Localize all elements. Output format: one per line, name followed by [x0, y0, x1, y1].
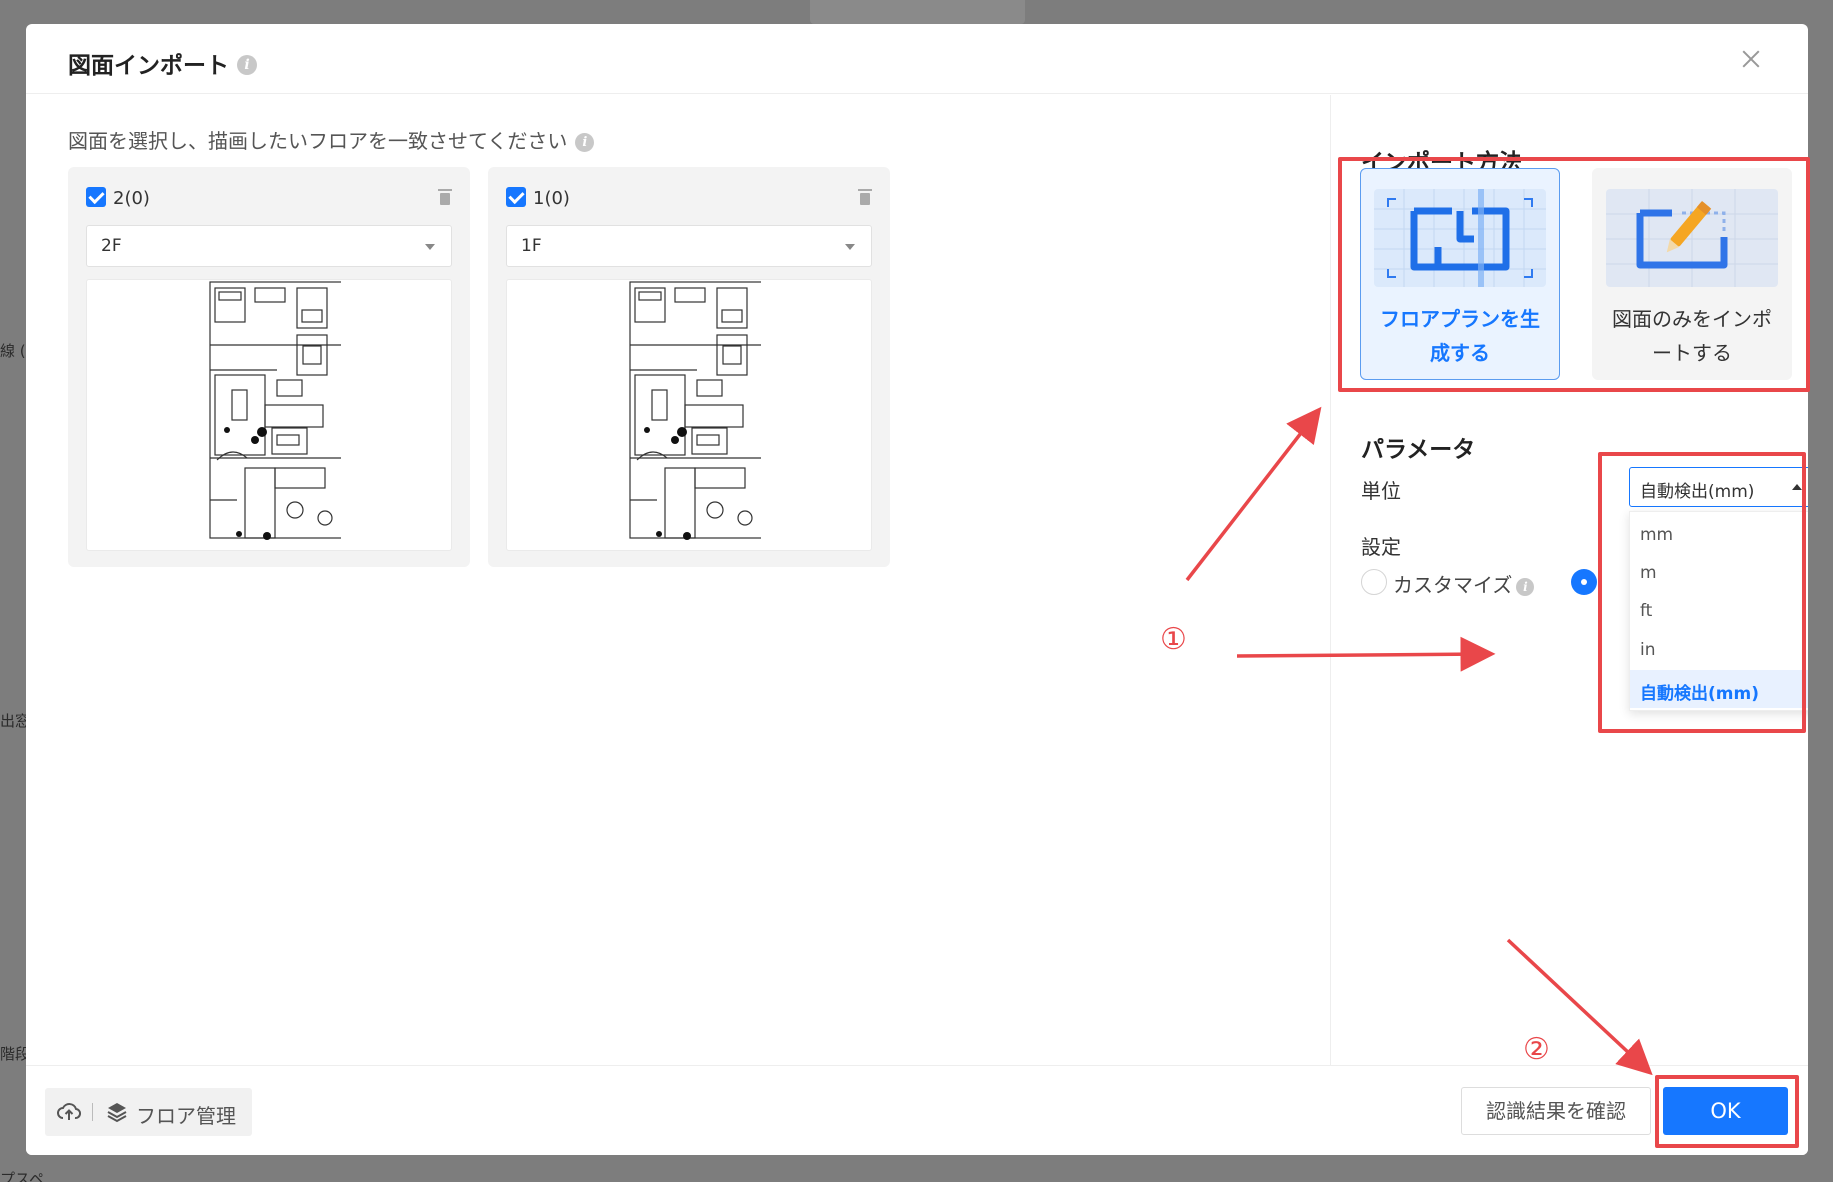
dialog-title-text: 図面インポート: [68, 53, 229, 79]
instruction-text: 図面を選択し、描画したいフロアを一致させてください i: [68, 125, 595, 154]
unit-option-selected[interactable]: 自動検出(mm): [1630, 670, 1808, 708]
floor-select-value: 2F: [101, 236, 122, 256]
unit-option[interactable]: ft: [1630, 592, 1808, 630]
floor-select[interactable]: 2F: [86, 225, 452, 267]
floor-select-value: 1F: [521, 236, 542, 256]
method-label-line: ートする: [1652, 341, 1732, 365]
dialog-footer: フロア管理 認識結果を確認 OK: [26, 1065, 1808, 1155]
method-label-line: 成する: [1430, 341, 1490, 365]
custom-label-text: カスタマイズ: [1393, 573, 1513, 597]
floor-select[interactable]: 1F: [506, 225, 872, 267]
instruction-label: 図面を選択し、描画したいフロアを一致させてください: [68, 129, 568, 153]
method-label-line: フロアプランを生: [1380, 307, 1540, 331]
auto-radio[interactable]: [1571, 569, 1597, 595]
toolbar-divider: [92, 1103, 93, 1121]
settings-label: 設定: [1361, 535, 1401, 559]
floor-plan-preview: [506, 279, 872, 551]
unit-dropdown-menu: mm m ft in 自動検出(mm): [1629, 511, 1808, 711]
trash-icon[interactable]: [438, 189, 452, 205]
annotation-step-1: ①: [1160, 622, 1187, 657]
floor-card-header: 2(0): [86, 185, 452, 215]
floor-plan-preview: [86, 279, 452, 551]
unit-label: 単位: [1361, 479, 1401, 503]
background-toolbar: [810, 0, 1025, 24]
method-generate-floorplan[interactable]: フロアプランを生 成する: [1360, 168, 1560, 380]
chevron-down-icon: [425, 244, 435, 250]
floor-checkbox[interactable]: [86, 187, 106, 207]
custom-radio-label: カスタマイズ i: [1393, 569, 1535, 598]
floor-plan-drawing: [629, 281, 761, 540]
dialog-title: 図面インポート i: [68, 46, 257, 80]
background-label: プスペ: [0, 1170, 44, 1182]
unit-select-value: 自動検出(mm): [1640, 482, 1755, 502]
chevron-down-icon: [845, 244, 855, 250]
method-label-line: 図面のみをインポ: [1612, 307, 1772, 331]
method-label: フロアプランを生 成する: [1369, 302, 1551, 370]
ok-button[interactable]: OK: [1663, 1087, 1788, 1135]
annotation-step-2: ②: [1523, 1032, 1550, 1067]
settings-radio-group: カスタマイズ i: [1361, 567, 1621, 597]
method-label: 図面のみをインポ ートする: [1601, 302, 1783, 370]
floor-card: 1(0) 1F: [488, 167, 890, 567]
info-icon[interactable]: i: [1516, 577, 1535, 596]
custom-radio[interactable]: [1361, 569, 1387, 595]
upload-cloud-icon[interactable]: [57, 1101, 81, 1123]
floor-plan-drawing: [209, 281, 341, 540]
unit-option[interactable]: in: [1630, 631, 1808, 669]
confirm-recognition-button[interactable]: 認識結果を確認: [1461, 1087, 1651, 1135]
footer-toolbar: フロア管理: [45, 1088, 252, 1136]
import-dialog: 図面インポート i 図面を選択し、描画したいフロアを一致させてください i 2(0)…: [26, 24, 1808, 1155]
floorplan-generate-icon: [1374, 189, 1546, 287]
layers-icon: [107, 1103, 127, 1123]
info-icon[interactable]: i: [575, 133, 595, 152]
floor-card: 2(0) 2F: [68, 167, 470, 567]
method-import-drawing-only[interactable]: 図面のみをインポ ートする: [1592, 168, 1792, 380]
close-icon[interactable]: [1738, 46, 1764, 72]
unit-select[interactable]: 自動検出(mm): [1629, 467, 1808, 507]
floor-card-label: 2(0): [113, 188, 150, 209]
drawing-only-icon: [1606, 189, 1778, 287]
import-settings-panel: インポート方法 フロアプランを生 成する 図面のみをインポ ートする パラメータ…: [1330, 95, 1808, 1065]
floor-card-label: 1(0): [533, 188, 570, 209]
floor-manage-button[interactable]: フロア管理: [136, 1100, 236, 1129]
unit-option[interactable]: mm: [1630, 516, 1808, 554]
floor-card-header: 1(0): [506, 185, 872, 215]
trash-icon[interactable]: [858, 189, 872, 205]
chevron-up-icon: [1792, 484, 1802, 490]
info-icon[interactable]: i: [237, 54, 257, 75]
unit-option[interactable]: m: [1630, 554, 1808, 592]
parameters-title: パラメータ: [1361, 437, 1476, 463]
floor-checkbox[interactable]: [506, 187, 526, 207]
floor-drawing-panel: 図面を選択し、描画したいフロアを一致させてください i 2(0) 2F 1(0)…: [26, 95, 1330, 1065]
dialog-header: 図面インポート i: [26, 24, 1808, 94]
